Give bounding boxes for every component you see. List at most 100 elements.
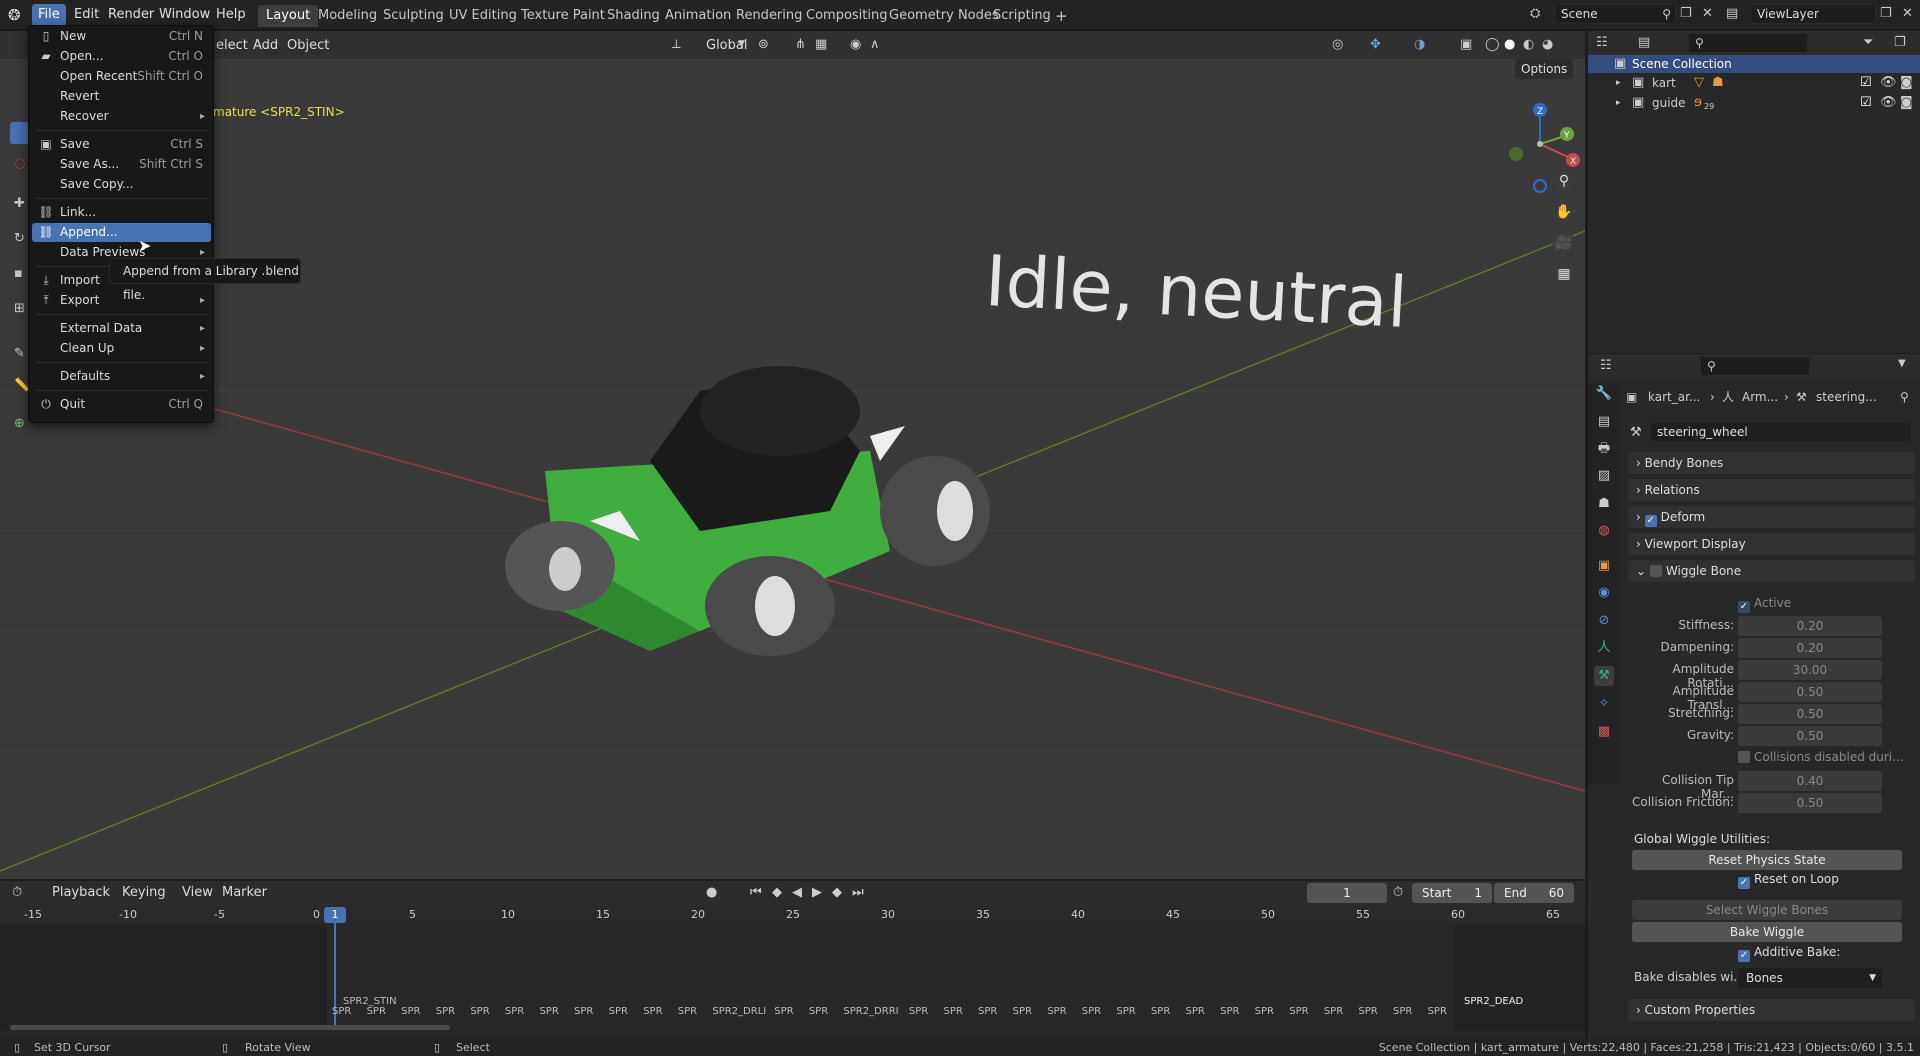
tab-animation[interactable]: Animation — [657, 5, 739, 27]
camera-view-icon[interactable]: 🎥 — [1552, 231, 1576, 255]
next-keyframe-icon[interactable]: ◆ — [832, 885, 842, 900]
scene-tab-icon[interactable]: ☗ — [1594, 494, 1614, 514]
expand-arrow-icon[interactable]: ▸ — [1616, 74, 1621, 92]
editor-type-icon[interactable]: ☷ — [1600, 358, 1612, 373]
gravity-field[interactable]: 0.50 — [1738, 726, 1882, 746]
panel-bendy-bones[interactable]: › Bendy Bones — [1628, 452, 1915, 474]
view-layer-icon[interactable]: ▤ — [1726, 6, 1738, 21]
xray-icon[interactable]: ▣ — [1460, 37, 1472, 52]
constraints-tab-icon[interactable]: ⊘ — [1594, 611, 1614, 631]
wiggle-bone-checkbox[interactable] — [1649, 565, 1662, 577]
editor-type-icon[interactable]: ☷ — [1596, 35, 1608, 50]
file-menu-append[interactable]: ⛓ Append... — [32, 223, 211, 242]
render-tab-icon[interactable]: ▤ — [1594, 412, 1614, 432]
start-frame-field[interactable]: Start 1 — [1412, 883, 1492, 903]
eye-icon[interactable]: 👁 — [1880, 94, 1897, 112]
amplitude-rotation-field[interactable]: 30.00 — [1738, 660, 1882, 680]
menu-playback[interactable]: Playback — [46, 882, 116, 904]
play-icon[interactable]: ▶ — [812, 885, 822, 900]
timeline-scrollbar[interactable] — [10, 1025, 450, 1030]
editor-type-icon[interactable]: ⏱ — [12, 885, 22, 900]
bone-tab-icon[interactable]: ⚒ — [1594, 666, 1614, 686]
file-menu-save-copy[interactable]: Save Copy... — [32, 175, 211, 194]
add-object-tool-icon[interactable]: ⊕ — [14, 416, 25, 431]
pivot-icon[interactable]: ⊚ — [758, 37, 769, 52]
file-menu-link[interactable]: ⛓ Link... — [32, 203, 211, 222]
overlay-toggle-icon[interactable]: ◑ — [1414, 37, 1425, 52]
select-wiggle-bones-button[interactable]: Select Wiggle Bones — [1632, 900, 1902, 920]
add-workspace-button[interactable]: + — [1047, 5, 1076, 27]
new-collection-icon[interactable]: ❐ — [1894, 35, 1906, 50]
move-tool-icon[interactable]: ✚ — [14, 196, 25, 211]
annotate-tool-icon[interactable]: ✎ — [14, 346, 25, 361]
3d-viewport[interactable]: elect Add Object ⟂ Global ▼ ⊚ ⋔ ▦ ◉ ∧ ◎ … — [0, 31, 1585, 879]
amplitude-translation-field[interactable]: 0.50 — [1738, 682, 1882, 702]
new-view-layer-icon[interactable]: ❐ — [1880, 6, 1892, 21]
file-menu-open-recent[interactable]: Open Recent Shift Ctrl O — [32, 67, 211, 86]
menu-view[interactable]: View — [176, 882, 219, 904]
collisions-disabled-toggle[interactable]: Collisions disabled duri... — [1738, 750, 1904, 764]
panel-relations[interactable]: › Relations — [1628, 479, 1915, 501]
wiggle-active-toggle[interactable]: ✓ Active — [1738, 596, 1791, 613]
bone-constraint-tab-icon[interactable]: ✧ — [1594, 694, 1614, 714]
orientation-dropdown[interactable]: Global — [700, 35, 753, 57]
rendered-shading-icon[interactable]: ◕ — [1542, 37, 1553, 52]
current-frame-field[interactable]: 1 — [1307, 883, 1387, 903]
material-shading-icon[interactable]: ◐ — [1523, 37, 1534, 52]
file-menu-revert[interactable]: Revert — [32, 87, 211, 106]
record-icon[interactable]: ● — [706, 885, 717, 900]
transform-tool-icon[interactable]: ⊞ — [14, 301, 25, 316]
file-menu-export[interactable]: ⤒ Export ▸ — [32, 291, 211, 310]
panel-custom-properties[interactable]: › Custom Properties — [1628, 999, 1915, 1021]
menu-file[interactable]: File — [32, 4, 66, 26]
menu-keying[interactable]: Keying — [116, 882, 172, 904]
camera-render-icon[interactable]: ◙ — [1900, 94, 1913, 112]
menu-help[interactable]: Help — [210, 4, 252, 26]
wireframe-shading-icon[interactable]: ◯ — [1485, 37, 1500, 52]
pan-hand-icon[interactable]: ✋ — [1552, 200, 1576, 224]
file-menu-recover[interactable]: Recover ▸ — [32, 107, 211, 126]
menu-marker[interactable]: Marker — [216, 882, 273, 904]
playhead-handle[interactable]: 1 — [324, 907, 346, 923]
scale-tool-icon[interactable]: ▪ — [14, 266, 23, 281]
snap-target-icon[interactable]: ▦ — [815, 37, 827, 52]
options-button[interactable]: Options — [1515, 59, 1574, 79]
exclude-checkbox-icon[interactable]: ☑ — [1860, 74, 1872, 92]
outliner-row-kart[interactable]: ▸ ▣ kart ▽ ☗ ☑ 👁 ◙ — [1588, 74, 1920, 92]
jump-end-icon[interactable]: ⏭ — [852, 885, 864, 900]
zoom-icon[interactable]: ⚲ — [1552, 169, 1576, 193]
transform-orientation-icon[interactable]: ⟂ — [672, 37, 681, 52]
bake-disables-dropdown[interactable]: Bones ▼ — [1738, 968, 1882, 988]
tab-texture-paint[interactable]: Texture Paint — [513, 5, 613, 27]
stretching-field[interactable]: 0.50 — [1738, 704, 1882, 724]
deform-checkbox[interactable]: ✓ — [1644, 515, 1657, 527]
gizmo-toggle-icon[interactable]: ✥ — [1370, 37, 1381, 52]
outliner-search-input[interactable]: ⚲ — [1688, 33, 1808, 53]
file-menu-clean-up[interactable]: Clean Up ▸ — [32, 339, 211, 358]
file-menu-save-as[interactable]: Save As... Shift Ctrl S — [32, 155, 211, 174]
active-checkbox[interactable]: ✓ — [1738, 601, 1750, 613]
new-scene-icon[interactable]: ❐ — [1680, 6, 1692, 21]
file-menu-new[interactable]: ▯ New Ctrl N — [32, 27, 211, 46]
menu-edit[interactable]: Edit — [68, 4, 105, 26]
texture-tab-icon[interactable]: ▩ — [1594, 722, 1614, 742]
additive-bake-toggle[interactable]: ✓ Additive Bake: — [1738, 945, 1840, 962]
marker-row[interactable]: SPR SPR SPR SPR SPR SPR SPR SPR SPR SPR … — [332, 1006, 1462, 1020]
collisions-checkbox[interactable] — [1738, 751, 1750, 763]
tab-modeling[interactable]: Modeling — [310, 5, 385, 27]
collision-tip-margin-field[interactable]: 0.40 — [1738, 771, 1882, 791]
output-tab-icon[interactable]: 🖶 — [1594, 439, 1614, 459]
visibility-icon[interactable]: ◎ — [1332, 37, 1343, 52]
falloff-icon[interactable]: ∧ — [870, 37, 880, 52]
bone-name-input[interactable]: steering_wheel — [1650, 422, 1912, 442]
menu-window[interactable]: Window — [153, 4, 216, 26]
dampening-field[interactable]: 0.20 — [1738, 638, 1882, 658]
view-layer-field[interactable]: ViewLayer — [1750, 4, 1876, 24]
solid-shading-icon[interactable]: ● — [1504, 37, 1515, 52]
delete-view-layer-icon[interactable]: ✕ — [1902, 6, 1913, 21]
proportional-edit-icon[interactable]: ◉ — [850, 37, 861, 52]
menu-object[interactable]: Object — [281, 35, 335, 57]
physics-tab-icon[interactable]: ◉ — [1594, 583, 1614, 603]
rotate-tool-icon[interactable]: ↻ — [14, 231, 25, 246]
eye-icon[interactable]: 👁 — [1880, 74, 1897, 92]
